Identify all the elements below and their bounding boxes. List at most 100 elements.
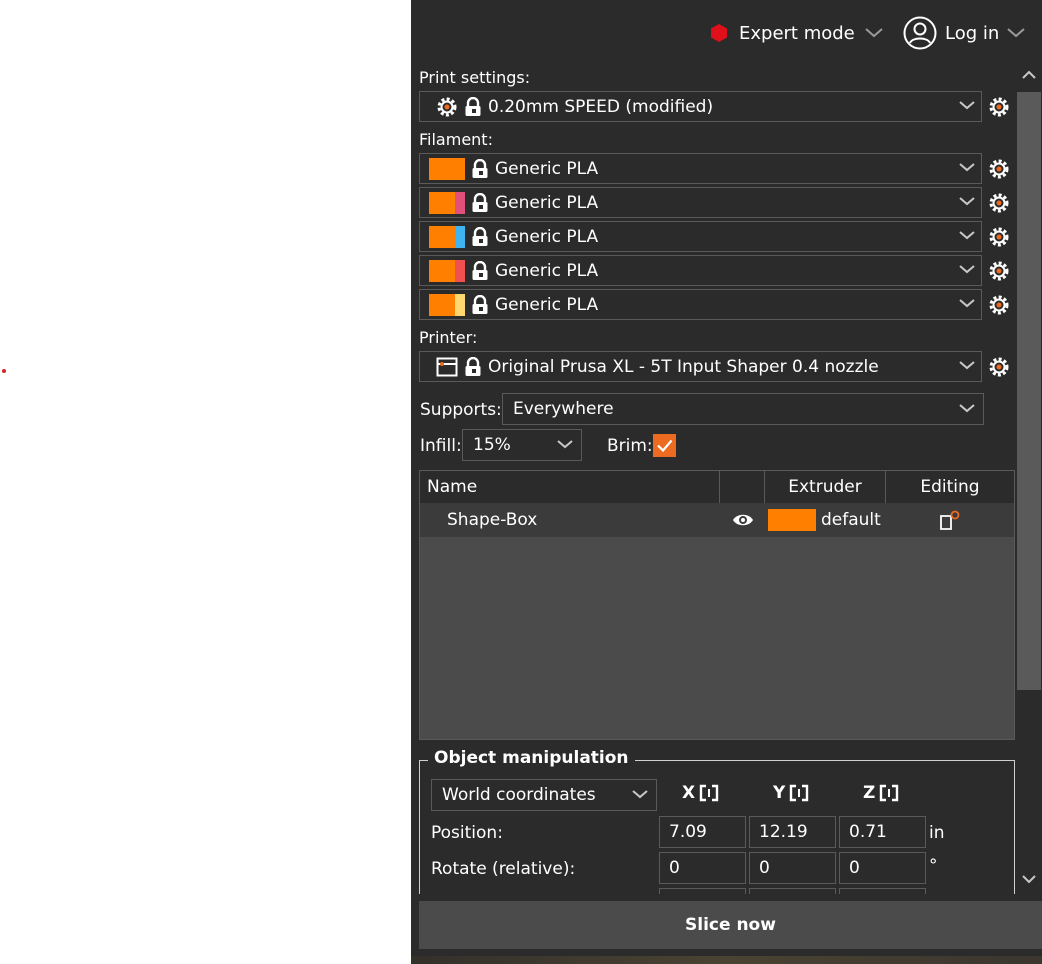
chevron-down-icon xyxy=(557,440,573,449)
canvas-marker xyxy=(2,369,6,373)
rotate-z-field[interactable]: 0 xyxy=(839,852,926,884)
gear-icon[interactable] xyxy=(988,96,1010,118)
lock-icon xyxy=(472,226,488,246)
print-settings-label: Print settings: xyxy=(419,68,531,87)
infill-combo[interactable]: 15% xyxy=(462,429,582,461)
drop-to-bed-icon[interactable] xyxy=(789,784,809,802)
position-label: Position: xyxy=(431,823,503,843)
gear-icon[interactable] xyxy=(988,260,1010,282)
printer-value: Original Prusa XL - 5T Input Shaper 0.4 … xyxy=(488,356,879,377)
gear-icon[interactable] xyxy=(988,192,1010,214)
filament-combo[interactable]: Generic PLA xyxy=(419,255,982,286)
chevron-down-icon xyxy=(959,265,975,274)
filament-combo[interactable]: Generic PLA xyxy=(419,289,982,320)
expert-mode-icon xyxy=(711,24,727,42)
rotate-y-field[interactable]: 0 xyxy=(749,852,836,884)
filament-color-swatch xyxy=(429,191,465,214)
settings-panel: Print settings: 0.20mm SPEED (modified) … xyxy=(411,64,1016,894)
chevron-down-icon xyxy=(959,163,975,172)
gear-icon[interactable] xyxy=(988,356,1010,378)
coordinates-value: World coordinates xyxy=(442,785,596,805)
chevron-down-icon xyxy=(865,28,883,38)
supports-label: Supports: xyxy=(420,400,502,420)
axis-y-label: Y xyxy=(773,783,786,803)
scale-z-field[interactable] xyxy=(839,888,926,894)
filament-combo[interactable]: Generic PLA xyxy=(419,221,982,252)
lock-icon xyxy=(465,356,481,376)
filament-color-swatch xyxy=(429,259,465,282)
scrollbar-thumb[interactable] xyxy=(1017,92,1041,690)
3d-canvas[interactable] xyxy=(0,0,411,964)
edit-settings-icon[interactable] xyxy=(939,509,961,531)
filament-name: Generic PLA xyxy=(495,260,599,281)
gear-icon[interactable] xyxy=(988,294,1010,316)
rotate-x-field[interactable]: 0 xyxy=(659,852,746,884)
position-z-field[interactable]: 0.71 xyxy=(839,816,926,848)
filament-name: Generic PLA xyxy=(495,226,599,247)
printer-combo[interactable]: Original Prusa XL - 5T Input Shaper 0.4 … xyxy=(419,351,982,382)
mode-selector[interactable]: Expert mode xyxy=(709,18,883,48)
position-x-field[interactable]: 7.09 xyxy=(659,816,746,848)
login-button[interactable]: Log in xyxy=(903,14,1025,52)
lock-icon xyxy=(472,294,488,314)
coordinates-combo[interactable]: World coordinates xyxy=(431,779,657,811)
gear-icon[interactable] xyxy=(988,158,1010,180)
axis-z-label: Z xyxy=(863,783,876,803)
extruder-value[interactable]: default xyxy=(821,503,881,537)
rotate-label: Rotate (relative): xyxy=(431,859,576,879)
top-bar: Expert mode Log in xyxy=(411,0,1042,64)
infill-value: 15% xyxy=(473,435,511,455)
column-header-extruder[interactable]: Extruder xyxy=(765,471,886,503)
object-list[interactable]: Name Extruder Editing Shape-Box default xyxy=(419,470,1015,740)
filament-color-swatch xyxy=(429,157,465,180)
lock-icon xyxy=(472,158,488,178)
filament-combo[interactable]: Generic PLA xyxy=(419,153,982,184)
position-y-field[interactable]: 12.19 xyxy=(749,816,836,848)
checkmark-icon xyxy=(657,439,673,453)
chevron-down-icon xyxy=(959,404,975,413)
login-label: Log in xyxy=(945,22,1000,44)
drop-to-bed-icon[interactable] xyxy=(699,784,719,802)
filament-name: Generic PLA xyxy=(495,158,599,179)
supports-value: Everywhere xyxy=(513,399,614,419)
filament-color-swatch xyxy=(429,225,465,248)
infill-label: Infill: xyxy=(420,436,462,456)
print-settings-combo[interactable]: 0.20mm SPEED (modified) xyxy=(419,91,982,122)
object-manipulation-panel: Object manipulation World coordinates X … xyxy=(419,748,1015,894)
scroll-down-icon[interactable] xyxy=(1021,874,1037,884)
print-settings-value: 0.20mm SPEED (modified) xyxy=(488,96,714,117)
scale-x-field[interactable] xyxy=(659,888,746,894)
chevron-down-icon xyxy=(959,231,975,240)
axis-x-label: X xyxy=(682,783,696,803)
scale-y-field[interactable] xyxy=(749,888,836,894)
position-unit: in xyxy=(929,823,945,843)
scroll-up-icon[interactable] xyxy=(1021,70,1037,80)
drop-to-bed-icon[interactable] xyxy=(879,784,899,802)
extruder-color-swatch xyxy=(768,509,816,531)
object-name: Shape-Box xyxy=(447,510,538,530)
bottom-strip xyxy=(411,956,1042,964)
filament-label: Filament: xyxy=(419,130,493,149)
slice-now-button[interactable]: Slice now xyxy=(419,901,1042,949)
gear-icon[interactable] xyxy=(988,226,1010,248)
object-manipulation-title: Object manipulation xyxy=(428,748,635,768)
brim-label: Brim: xyxy=(607,436,653,456)
sidebar: Expert mode Log in Print settings: 0.20m… xyxy=(411,0,1042,964)
chevron-down-icon xyxy=(959,299,975,308)
brim-checkbox[interactable] xyxy=(653,434,676,457)
chevron-down-icon xyxy=(959,197,975,206)
table-row[interactable]: Shape-Box default xyxy=(420,503,1014,537)
eye-icon[interactable] xyxy=(732,512,754,528)
column-header-editing[interactable]: Editing xyxy=(886,471,1014,503)
column-header-visibility[interactable] xyxy=(720,471,765,503)
filament-name: Generic PLA xyxy=(495,192,599,213)
axis-z-header: Z xyxy=(863,783,899,803)
filament-name: Generic PLA xyxy=(495,294,599,315)
filament-combo[interactable]: Generic PLA xyxy=(419,187,982,218)
supports-combo[interactable]: Everywhere xyxy=(502,393,984,425)
column-header-name[interactable]: Name xyxy=(420,471,720,503)
filament-color-swatch xyxy=(429,293,465,316)
mode-label: Expert mode xyxy=(739,22,855,44)
gear-icon xyxy=(437,97,457,116)
axis-x-header: X xyxy=(682,783,719,803)
